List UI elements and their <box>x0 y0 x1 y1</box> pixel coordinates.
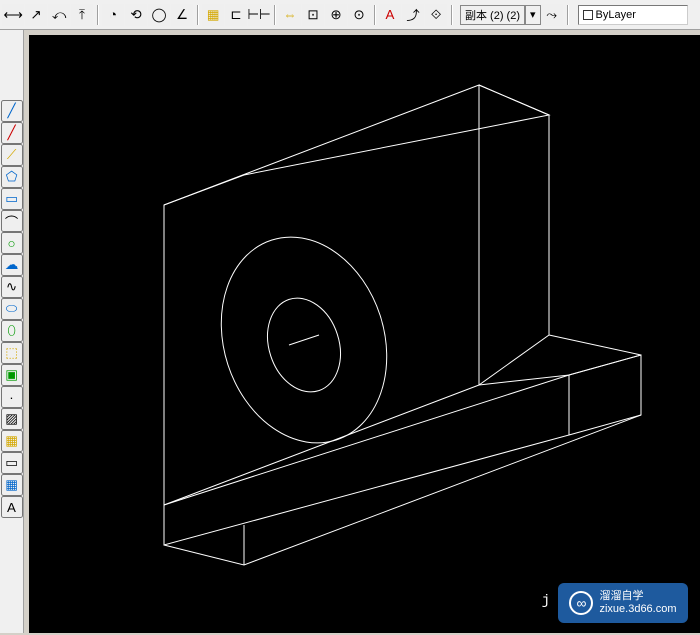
dim-style-dropdown[interactable]: 副本 (2) (2) ▾ <box>460 5 541 25</box>
quick-dim-icon[interactable]: ▦ <box>202 4 224 26</box>
polyline-icon[interactable]: ⟋ <box>1 144 23 166</box>
cad-drawing <box>29 35 699 635</box>
dim-update-icon[interactable]: ⟐ <box>425 4 447 26</box>
spline-icon[interactable]: ∿ <box>1 276 23 298</box>
revision-cloud-icon[interactable]: ☁ <box>1 254 23 276</box>
insert-block-icon[interactable]: ⬚ <box>1 342 23 364</box>
line-icon[interactable]: ╱ <box>1 100 23 122</box>
drawing-canvas[interactable]: j ∞ 溜溜自学 zixue.3d66.com <box>29 35 700 633</box>
region-icon[interactable]: ▭ <box>1 452 23 474</box>
layer-color-dropdown[interactable]: ByLayer <box>578 5 688 25</box>
text-icon[interactable]: A <box>1 496 23 518</box>
dim-aligned-icon[interactable]: ↗ <box>25 4 47 26</box>
point-icon[interactable]: · <box>1 386 23 408</box>
dim-tedit-icon[interactable]: ⤴ <box>402 4 424 26</box>
divider <box>274 5 276 25</box>
dim-break-icon[interactable]: ⊡ <box>302 4 324 26</box>
watermark-title: 溜溜自学 <box>599 590 676 603</box>
table-icon[interactable]: ▦ <box>1 474 23 496</box>
dim-arc-icon[interactable]: ⤺ <box>48 4 70 26</box>
dropdown-arrow-icon: ▾ <box>525 5 541 25</box>
make-block-icon[interactable]: ▣ <box>1 364 23 386</box>
divider <box>97 5 99 25</box>
ellipse-arc-icon[interactable]: ⬯ <box>1 320 23 342</box>
arc-icon[interactable]: ⌒ <box>1 210 23 232</box>
circle-icon[interactable]: ○ <box>1 232 23 254</box>
dim-space-icon[interactable]: ⇔ <box>279 4 301 26</box>
canvas-label: j <box>542 593 550 609</box>
center-mark-icon[interactable]: ⊙ <box>348 4 370 26</box>
hatch-icon[interactable]: ▨ <box>1 408 23 430</box>
dim-baseline-icon[interactable]: ⊏ <box>225 4 247 26</box>
top-toolbar: ⟷ ↗ ⤺ ⤒ ◔ ⟲ ◯ ∠ ▦ ⊏ ⊢⊢ ⇔ ⊡ ⊕ ⊙ A ⤴ ⟐ 副本 … <box>0 0 700 30</box>
dim-linear-icon[interactable]: ⟷ <box>2 4 24 26</box>
divider <box>374 5 376 25</box>
watermark-logo-icon: ∞ <box>569 591 593 615</box>
dim-ordinate-icon[interactable]: ⤒ <box>71 4 93 26</box>
workspace: ╱ ╱ ⟋ ⬠ ▭ ⌒ ○ ☁ ∿ ⬭ ⬯ ⬚ ▣ · ▨ ▦ ▭ ▦ A <box>0 30 700 633</box>
watermark-badge: ∞ 溜溜自学 zixue.3d66.com <box>558 583 688 623</box>
gradient-icon[interactable]: ▦ <box>1 430 23 452</box>
ellipse-icon[interactable]: ⬭ <box>1 298 23 320</box>
layer-color-swatch <box>583 10 593 20</box>
left-toolbar: ╱ ╱ ⟋ ⬠ ▭ ⌒ ○ ☁ ∿ ⬭ ⬯ ⬚ ▣ · ▨ ▦ ▭ ▦ A <box>0 30 24 633</box>
watermark-url: zixue.3d66.com <box>599 603 676 616</box>
dim-diameter-icon[interactable]: ◯ <box>148 4 170 26</box>
divider <box>567 5 569 25</box>
dim-style-label: 副本 (2) (2) <box>460 5 525 25</box>
dim-style-icon[interactable]: ⤳ <box>541 4 563 26</box>
dim-radius-icon[interactable]: ◔ <box>102 4 124 26</box>
construction-line-icon[interactable]: ╱ <box>1 122 23 144</box>
dim-angular-icon[interactable]: ∠ <box>171 4 193 26</box>
dim-edit-icon[interactable]: A <box>379 4 401 26</box>
divider <box>197 5 199 25</box>
dim-continue-icon[interactable]: ⊢⊢ <box>248 4 270 26</box>
tolerance-icon[interactable]: ⊕ <box>325 4 347 26</box>
divider <box>451 5 453 25</box>
layer-label: ByLayer <box>596 9 636 21</box>
dim-jogged-icon[interactable]: ⟲ <box>125 4 147 26</box>
rectangle-icon[interactable]: ▭ <box>1 188 23 210</box>
polygon-icon[interactable]: ⬠ <box>1 166 23 188</box>
